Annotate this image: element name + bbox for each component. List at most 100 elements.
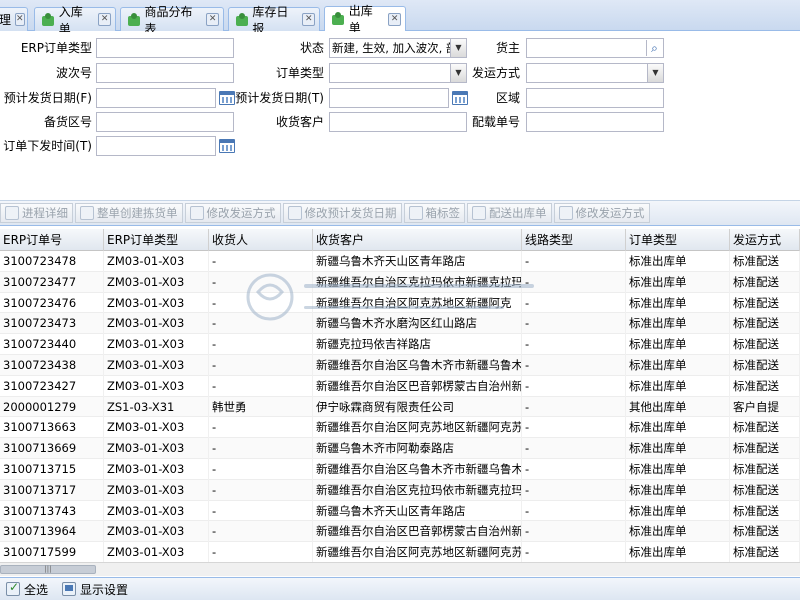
whole-order-pick-button[interactable]: 整单创建拣货单 (75, 203, 183, 223)
column-header-route-type[interactable]: 线路类型 (522, 229, 626, 251)
dispatch-out-order-button[interactable]: 配送出库单 (467, 203, 552, 223)
horizontal-scrollbar[interactable]: ||| (0, 562, 800, 576)
tab-bar: 理 ✕ 入库单 ✕ 商品分布表 ✕ 库存日报 ✕ 出库单 ✕ (0, 0, 800, 36)
table-row[interactable]: 3100723476 ZM03-01-X03- 新疆维吾尔自治区阿克苏地区新疆阿克 -… (0, 292, 800, 314)
edit-est-ship-date-button[interactable]: 修改预计发货日期 (282, 203, 402, 223)
table-row[interactable]: 3100713964 ZM03-01-X03- 新疆维吾尔自治区巴音郭楞蒙古自治州新… (0, 521, 800, 543)
table-row[interactable]: 3100713743 ZM03-01-X03- 新疆乌鲁木齐天山区青年路店 - 标准出库… (0, 500, 800, 522)
close-icon[interactable]: ✕ (206, 13, 219, 26)
column-header-erp-order-type[interactable]: ERP订单类型 (104, 229, 209, 251)
table-row[interactable]: 3100723478 ZM03-01-X03- 新疆乌鲁木齐天山区青年路店 - 标准出库… (0, 251, 800, 272)
calendar-icon[interactable] (219, 91, 235, 105)
box-label-button[interactable]: 箱标签 (403, 203, 465, 223)
checkbox-icon (6, 580, 20, 596)
area-input[interactable] (526, 88, 664, 108)
est-ship-date-from-label: 预计发货日期(F) (3, 91, 92, 105)
cell-route-type: - (522, 521, 626, 543)
cell-receiving-customer: 伊宁咏霖商贸有限责任公司 (313, 396, 522, 418)
edit-ship-method-button-2[interactable]: 修改发运方式 (553, 203, 650, 223)
cell-erp-order-type: ZM03-01-X03 (104, 417, 209, 439)
edit-ship-method-button[interactable]: 修改发运方式 (184, 203, 281, 223)
cell-route-type: - (522, 292, 626, 314)
cell-ship-method: 客户自提 (730, 396, 800, 418)
tab-outbound-order[interactable]: 出库单 ✕ (324, 4, 406, 35)
close-icon[interactable]: ✕ (98, 13, 111, 26)
close-icon[interactable]: ✕ (388, 12, 401, 26)
column-header-order-type[interactable]: 订单类型 (626, 229, 730, 251)
cell-receiving-customer: 新疆乌鲁木齐天山区青年路店 (313, 500, 522, 522)
table-row[interactable]: 3100723440 ZM03-01-X03- 新疆克拉玛依吉祥路店 - 标准出库单 标准… (0, 334, 800, 355)
edit-date-icon (287, 206, 302, 220)
progress-detail-button[interactable]: 进程详细 (0, 203, 73, 223)
receiver-input[interactable] (329, 112, 467, 132)
order-time-input[interactable] (96, 136, 216, 156)
table-row[interactable]: 3100723473 ZM03-01-X03- 新疆乌鲁木齐水磨沟区红山路店 - 标准出… (0, 313, 800, 335)
close-icon[interactable]: ✕ (15, 13, 25, 26)
cell-erp-order-type: ZM03-01-X03 (104, 521, 209, 543)
ship-method-select[interactable]: ▼ (526, 63, 664, 83)
cell-order-type: 标准出库单 (626, 458, 730, 480)
edit-icon (189, 206, 204, 220)
search-form: ERP订单类型 状态 新建, 生效, 加入波次, 部 ▼ 货主 ⌕ 波次号 订单… (0, 32, 800, 197)
table-row[interactable]: 3100723477 ZM03-01-X03- 新疆维吾尔自治区克拉玛依市新疆克拉玛… (0, 271, 800, 293)
cell-order-type: 标准出库单 (626, 251, 730, 272)
select-all-button[interactable]: 全选 (0, 580, 56, 598)
outbound-order-grid: ERP订单号 ERP订单类型 收货人 收货客户 线路类型 订单类型 发运方式 3… (0, 229, 800, 562)
column-header-receiving-customer[interactable]: 收货客户 (313, 229, 522, 251)
cell-route-type: - (522, 251, 626, 272)
owner-input[interactable]: ⌕ (526, 38, 664, 58)
select-all-label: 全选 (24, 582, 49, 597)
stock-area-input[interactable] (96, 112, 234, 132)
cell-receiver: - (209, 500, 313, 522)
table-row[interactable]: 3100713715 ZM03-01-X03- 新疆维吾尔自治区乌鲁木齐市新疆乌鲁木… (0, 458, 800, 480)
cell-order-type: 标准出库单 (626, 521, 730, 543)
tab-manage[interactable]: 理 ✕ (0, 7, 28, 31)
chevron-down-icon[interactable]: ▼ (450, 39, 466, 57)
table-row[interactable]: 3100713717 ZM03-01-X03- 新疆维吾尔自治区克拉玛依市新疆克拉玛… (0, 479, 800, 501)
calendar-icon[interactable] (452, 91, 468, 105)
column-header-receiver[interactable]: 收货人 (209, 229, 313, 251)
table-row[interactable]: 3100723427 ZM03-01-X03- 新疆维吾尔自治区巴音郭楞蒙古自治州新… (0, 375, 800, 397)
tab-inbound-order[interactable]: 入库单 ✕ (34, 5, 116, 36)
est-ship-date-from-input[interactable] (96, 88, 216, 108)
column-header-ship-method[interactable]: 发运方式 (730, 229, 800, 251)
erp-order-type-label: ERP订单类型 (20, 41, 92, 55)
cell-erp-order-no: 3100713964 (0, 521, 104, 543)
cell-receiver: - (209, 334, 313, 355)
close-icon[interactable]: ✕ (302, 13, 315, 26)
tab-inventory-daily[interactable]: 库存日报 ✕ (228, 5, 320, 36)
search-icon[interactable]: ⌕ (646, 40, 662, 56)
cell-erp-order-type: ZM03-01-X03 (104, 271, 209, 293)
calendar-icon[interactable] (219, 139, 235, 153)
cell-ship-method: 标准配送 (730, 479, 800, 501)
column-header-erp-order-no[interactable]: ERP订单号 (0, 229, 104, 251)
status-select[interactable]: 新建, 生效, 加入波次, 部 ▼ (329, 38, 467, 58)
cell-ship-method: 标准配送 (730, 458, 800, 480)
wave-no-input[interactable] (96, 63, 234, 83)
cell-erp-order-type: ZM03-01-X03 (104, 458, 209, 480)
tab-product-distribution[interactable]: 商品分布表 ✕ (120, 5, 224, 36)
table-row[interactable]: 3100713663 ZM03-01-X03- 新疆维吾尔自治区阿克苏地区新疆阿克苏… (0, 417, 800, 439)
cell-route-type: - (522, 396, 626, 418)
cell-order-type: 标准出库单 (626, 354, 730, 376)
est-ship-date-to-input[interactable] (329, 88, 449, 108)
cell-receiver: - (209, 417, 313, 439)
cell-route-type: - (522, 542, 626, 562)
cell-order-type: 标准出库单 (626, 313, 730, 335)
table-row[interactable]: 3100713669 ZM03-01-X03- 新疆乌鲁木齐市阿勒泰路店 - 标准出库单… (0, 438, 800, 459)
display-settings-button[interactable]: 显示设置 (56, 581, 136, 598)
cell-receiver: - (209, 458, 313, 480)
table-row[interactable]: 2000001279 ZS1-03-X31 韩世勇 伊宁咏霖商贸有限责任公司 - 其他出库… (0, 396, 800, 418)
cell-receiving-customer: 新疆维吾尔自治区克拉玛依市新疆克拉玛 (313, 479, 522, 501)
load-no-input[interactable] (526, 112, 664, 132)
action-toolbar: 进程详细 整单创建拣货单 修改发运方式 修改预计发货日期 箱标签 配送出库单 修… (0, 200, 800, 226)
chevron-down-icon[interactable]: ▼ (647, 64, 663, 82)
cell-erp-order-no: 3100723477 (0, 271, 104, 293)
cell-erp-order-no: 3100723440 (0, 334, 104, 355)
cell-order-type: 标准出库单 (626, 292, 730, 314)
table-row[interactable]: 3100717599 ZM03-01-X03- 新疆维吾尔自治区阿克苏地区新疆阿克苏… (0, 542, 800, 562)
scrollbar-thumb[interactable]: ||| (0, 565, 96, 574)
order-type-select[interactable]: ▼ (329, 63, 467, 83)
erp-order-type-input[interactable] (96, 38, 234, 58)
table-row[interactable]: 3100723438 ZM03-01-X03- 新疆维吾尔自治区乌鲁木齐市新疆乌鲁木… (0, 354, 800, 376)
